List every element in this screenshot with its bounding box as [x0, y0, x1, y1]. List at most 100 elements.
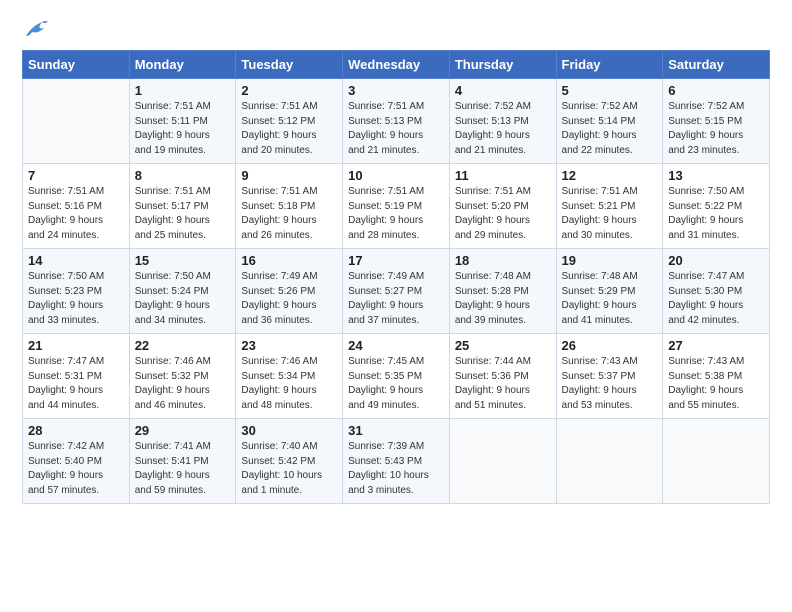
day-info: Sunrise: 7:47 AMSunset: 5:30 PMDaylight:… [668, 270, 764, 328]
day-number: 21 [28, 338, 124, 353]
calendar-body: 1 Sunrise: 7:51 AMSunset: 5:11 PMDaylight… [23, 79, 770, 504]
calendar-cell: 14Sunrise: 7:50 AMSunset: 5:23 PMDayligh… [23, 249, 130, 334]
weekday-header-monday: Monday [129, 51, 236, 79]
day-number: 2 [241, 83, 337, 98]
page: SundayMondayTuesdayWednesdayThursdayFrid… [0, 0, 792, 522]
day-info: Sunrise: 7:42 AMSunset: 5:40 PMDaylight:… [28, 440, 124, 498]
day-number: 31 [348, 423, 444, 438]
calendar-cell [663, 419, 770, 504]
day-info: Sunrise: 7:43 AMSunset: 5:38 PMDaylight:… [668, 355, 764, 413]
weekday-header-wednesday: Wednesday [343, 51, 450, 79]
calendar-cell: 11 Sunrise: 7:51 AMSunset: 5:20 PMDayligh… [449, 164, 556, 249]
day-number: 14 [28, 253, 124, 268]
day-info: Sunrise: 7:46 AMSunset: 5:34 PMDaylight:… [241, 355, 337, 413]
day-info: Sunrise: 7:44 AMSunset: 5:36 PMDaylight:… [455, 355, 551, 413]
day-number: 23 [241, 338, 337, 353]
calendar-cell: 19 Sunrise: 7:48 AMSunset: 5:29 PMDayligh… [556, 249, 663, 334]
calendar-cell: 13 Sunrise: 7:50 AMSunset: 5:22 PMDayligh… [663, 164, 770, 249]
calendar-cell [449, 419, 556, 504]
day-number: 29 [135, 423, 231, 438]
day-info: Sunrise: 7:49 AMSunset: 5:27 PMDaylight:… [348, 270, 444, 328]
calendar-cell: 24 Sunrise: 7:45 AMSunset: 5:35 PMDayligh… [343, 334, 450, 419]
day-number: 25 [455, 338, 551, 353]
calendar-cell: 31 Sunrise: 7:39 AMSunset: 5:43 PMDayligh… [343, 419, 450, 504]
calendar-cell [23, 79, 130, 164]
calendar-cell: 16 Sunrise: 7:49 AMSunset: 5:26 PMDayligh… [236, 249, 343, 334]
calendar-cell: 20 Sunrise: 7:47 AMSunset: 5:30 PMDayligh… [663, 249, 770, 334]
calendar-cell: 3 Sunrise: 7:51 AMSunset: 5:13 PMDaylight… [343, 79, 450, 164]
day-info: Sunrise: 7:50 AMSunset: 5:24 PMDaylight:… [135, 270, 231, 328]
calendar-cell: 21 Sunrise: 7:47 AMSunset: 5:31 PMDayligh… [23, 334, 130, 419]
calendar-cell [556, 419, 663, 504]
weekday-header-friday: Friday [556, 51, 663, 79]
calendar-cell: 17 Sunrise: 7:49 AMSunset: 5:27 PMDayligh… [343, 249, 450, 334]
day-info: Sunrise: 7:39 AMSunset: 5:43 PMDaylight:… [348, 440, 444, 498]
day-info: Sunrise: 7:51 AMSunset: 5:19 PMDaylight:… [348, 185, 444, 243]
header [22, 18, 770, 40]
day-info: Sunrise: 7:48 AMSunset: 5:28 PMDaylight:… [455, 270, 551, 328]
calendar-cell: 2 Sunrise: 7:51 AMSunset: 5:12 PMDaylight… [236, 79, 343, 164]
calendar-table: SundayMondayTuesdayWednesdayThursdayFrid… [22, 50, 770, 504]
calendar-cell: 7 Sunrise: 7:51 AMSunset: 5:16 PMDaylight… [23, 164, 130, 249]
day-number: 16 [241, 253, 337, 268]
calendar-cell: 1 Sunrise: 7:51 AMSunset: 5:11 PMDaylight… [129, 79, 236, 164]
day-number: 19 [562, 253, 658, 268]
day-number: 11 [455, 168, 551, 183]
day-info: Sunrise: 7:51 AMSunset: 5:11 PMDaylight:… [135, 100, 231, 158]
day-info: Sunrise: 7:51 AMSunset: 5:18 PMDaylight:… [241, 185, 337, 243]
calendar-cell: 22Sunrise: 7:46 AMSunset: 5:32 PMDayligh… [129, 334, 236, 419]
day-info: Sunrise: 7:46 AMSunset: 5:32 PMDaylight:… [135, 355, 231, 413]
day-info: Sunrise: 7:51 AMSunset: 5:13 PMDaylight:… [348, 100, 444, 158]
day-number: 8 [135, 168, 231, 183]
day-info: Sunrise: 7:48 AMSunset: 5:29 PMDaylight:… [562, 270, 658, 328]
day-info: Sunrise: 7:47 AMSunset: 5:31 PMDaylight:… [28, 355, 124, 413]
day-info: Sunrise: 7:40 AMSunset: 5:42 PMDaylight:… [241, 440, 337, 498]
day-info: Sunrise: 7:51 AMSunset: 5:20 PMDaylight:… [455, 185, 551, 243]
day-number: 24 [348, 338, 444, 353]
day-info: Sunrise: 7:50 AMSunset: 5:22 PMDaylight:… [668, 185, 764, 243]
calendar-cell: 29 Sunrise: 7:41 AMSunset: 5:41 PMDayligh… [129, 419, 236, 504]
calendar-cell: 12Sunrise: 7:51 AMSunset: 5:21 PMDayligh… [556, 164, 663, 249]
day-number: 30 [241, 423, 337, 438]
day-number: 27 [668, 338, 764, 353]
calendar-week-row: 7 Sunrise: 7:51 AMSunset: 5:16 PMDaylight… [23, 164, 770, 249]
day-info: Sunrise: 7:43 AMSunset: 5:37 PMDaylight:… [562, 355, 658, 413]
logo [22, 18, 52, 40]
day-number: 15 [135, 253, 231, 268]
calendar-cell: 30 Sunrise: 7:40 AMSunset: 5:42 PMDayligh… [236, 419, 343, 504]
weekday-header-tuesday: Tuesday [236, 51, 343, 79]
day-info: Sunrise: 7:49 AMSunset: 5:26 PMDaylight:… [241, 270, 337, 328]
calendar-week-row: 21 Sunrise: 7:47 AMSunset: 5:31 PMDayligh… [23, 334, 770, 419]
day-number: 20 [668, 253, 764, 268]
day-number: 26 [562, 338, 658, 353]
day-info: Sunrise: 7:51 AMSunset: 5:21 PMDaylight:… [562, 185, 658, 243]
day-number: 10 [348, 168, 444, 183]
calendar-cell: 23 Sunrise: 7:46 AMSunset: 5:34 PMDayligh… [236, 334, 343, 419]
calendar-header: SundayMondayTuesdayWednesdayThursdayFrid… [23, 51, 770, 79]
day-info: Sunrise: 7:52 AMSunset: 5:14 PMDaylight:… [562, 100, 658, 158]
day-info: Sunrise: 7:45 AMSunset: 5:35 PMDaylight:… [348, 355, 444, 413]
day-number: 7 [28, 168, 124, 183]
calendar-cell: 18 Sunrise: 7:48 AMSunset: 5:28 PMDayligh… [449, 249, 556, 334]
calendar-cell: 15 Sunrise: 7:50 AMSunset: 5:24 PMDayligh… [129, 249, 236, 334]
day-info: Sunrise: 7:52 AMSunset: 5:15 PMDaylight:… [668, 100, 764, 158]
day-info: Sunrise: 7:51 AMSunset: 5:17 PMDaylight:… [135, 185, 231, 243]
day-number: 3 [348, 83, 444, 98]
logo-bird-icon [22, 18, 50, 40]
weekday-header-thursday: Thursday [449, 51, 556, 79]
calendar-week-row: 14Sunrise: 7:50 AMSunset: 5:23 PMDayligh… [23, 249, 770, 334]
weekday-header-saturday: Saturday [663, 51, 770, 79]
day-info: Sunrise: 7:41 AMSunset: 5:41 PMDaylight:… [135, 440, 231, 498]
day-number: 6 [668, 83, 764, 98]
day-number: 1 [135, 83, 231, 98]
day-info: Sunrise: 7:51 AMSunset: 5:12 PMDaylight:… [241, 100, 337, 158]
day-number: 13 [668, 168, 764, 183]
day-info: Sunrise: 7:51 AMSunset: 5:16 PMDaylight:… [28, 185, 124, 243]
calendar-cell: 4Sunrise: 7:52 AMSunset: 5:13 PMDaylight… [449, 79, 556, 164]
calendar-cell: 10 Sunrise: 7:51 AMSunset: 5:19 PMDayligh… [343, 164, 450, 249]
calendar-cell: 5Sunrise: 7:52 AMSunset: 5:14 PMDaylight… [556, 79, 663, 164]
day-number: 4 [455, 83, 551, 98]
day-number: 9 [241, 168, 337, 183]
day-number: 18 [455, 253, 551, 268]
day-number: 17 [348, 253, 444, 268]
